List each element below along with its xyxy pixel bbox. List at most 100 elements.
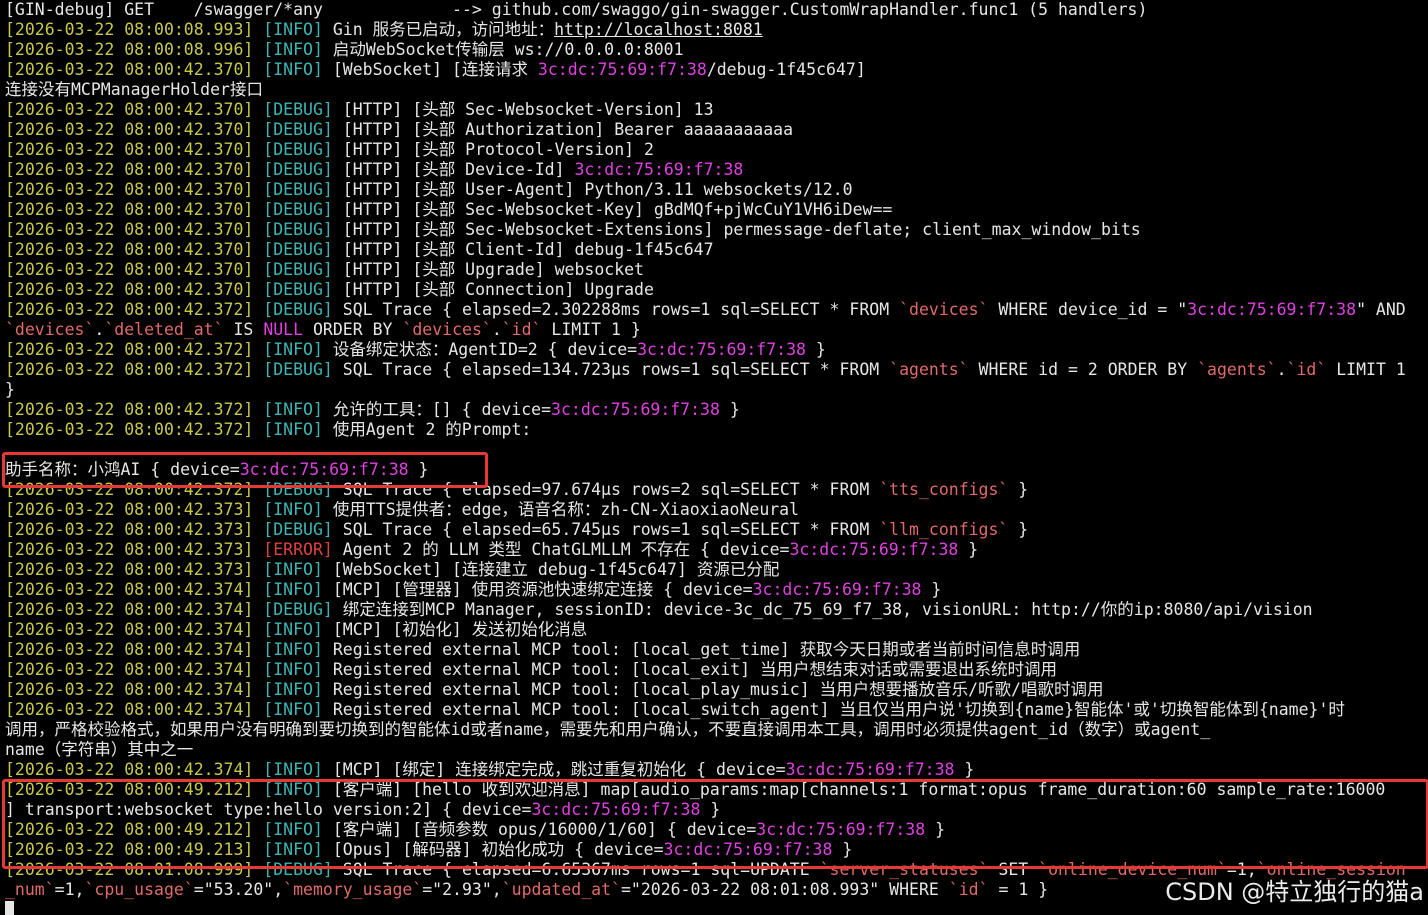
log-text: } [958, 540, 979, 559]
device-mac: 3c:dc:75:69:f7:38 [637, 340, 806, 359]
log-level: [DEBUG] [263, 240, 333, 259]
log-timestamp: [2026-03-22 08:00:08.993] [5, 20, 254, 39]
log-timestamp: [2026-03-22 08:00:42.372] [5, 480, 254, 499]
log-level: [DEBUG] [263, 600, 333, 619]
log-text: SQL Trace { elapsed=65.745µs rows=1 sql=… [332, 520, 880, 539]
log-text: SQL Trace { elapsed=6.65367ms rows=1 sql… [332, 860, 820, 879]
log-timestamp: [2026-03-22 08:00:42.372] [5, 340, 254, 359]
log-level: [DEBUG] [263, 120, 333, 139]
log-text: Gin 服务已启动，访问地址： [322, 20, 555, 39]
log-level: [INFO] [263, 760, 323, 779]
log-timestamp: [2026-03-22 08:00:42.370] [5, 60, 254, 79]
log-line: [2026-03-22 08:00:42.370] [DEBUG] [HTTP]… [5, 120, 1425, 140]
log-text: SQL Trace { elapsed=134.723µs rows=1 sql… [332, 360, 890, 379]
log-timestamp: [2026-03-22 08:01:08.999] [5, 860, 254, 879]
log-level: [DEBUG] [263, 860, 333, 879]
log-text: `updated_at` [501, 880, 621, 899]
log-text: [GIN-debug] GET /swagger/*any --> github… [5, 0, 1148, 19]
log-text: `id` [948, 880, 989, 899]
device-mac: 3c:dc:75:69:f7:38 [531, 800, 701, 819]
log-line: [2026-03-22 08:00:42.374] [INFO] Registe… [5, 640, 1425, 660]
log-text: Agent 2 的 LLM 类型 ChatGLMLLM 不存在 { device… [332, 540, 790, 559]
log-timestamp: [2026-03-22 08:00:42.374] [5, 580, 254, 599]
log-line: `devices`.`deleted_at` IS NULL ORDER BY … [5, 320, 1425, 340]
log-line: [2026-03-22 08:00:42.372] [DEBUG] SQL Tr… [5, 480, 1425, 500]
log-line: [2026-03-22 08:00:42.370] [DEBUG] [HTTP]… [5, 180, 1425, 200]
log-line: [2026-03-22 08:00:42.370] [DEBUG] [HTTP]… [5, 240, 1425, 260]
log-text: } [1008, 480, 1029, 499]
log-text: . [1276, 360, 1287, 379]
device-mac: 3c:dc:75:69:f7:38 [789, 540, 959, 559]
log-timestamp: [2026-03-22 08:00:42.370] [5, 240, 254, 259]
log-text: [HTTP] [头部 Connection] Upgrade [332, 280, 654, 299]
log-text: [HTTP] [头部 Authorization] Bearer aaaaaaa… [332, 120, 793, 139]
log-text: [MCP] [管理器] 使用资源池快速绑定连接 { device= [322, 580, 753, 599]
log-line: [2026-03-22 08:00:42.370] [DEBUG] [HTTP]… [5, 260, 1425, 280]
log-level: [DEBUG] [263, 180, 333, 199]
log-timestamp: [2026-03-22 08:00:42.370] [5, 140, 254, 159]
log-text: `llm_configs` [879, 520, 1009, 539]
log-text: ="53.20", [193, 880, 284, 899]
log-text: `tts_configs` [879, 480, 1009, 499]
log-text: `server_statuses` [819, 860, 989, 879]
log-level: [INFO] [263, 680, 323, 699]
log-text: [HTTP] [头部 Upgrade] websocket [332, 260, 644, 279]
log-timestamp: [2026-03-22 08:00:42.370] [5, 160, 254, 179]
log-level: [DEBUG] [263, 360, 333, 379]
log-timestamp: [2026-03-22 08:00:42.373] [5, 560, 254, 579]
log-timestamp: [2026-03-22 08:00:49.212] [5, 780, 254, 799]
log-text: [HTTP] [头部 Client-Id] debug-1f45c647 [332, 240, 714, 259]
log-line: [2026-03-22 08:00:42.373] [DEBUG] SQL Tr… [5, 520, 1425, 540]
log-line: [2026-03-22 08:00:42.370] [DEBUG] [HTTP]… [5, 280, 1425, 300]
terminal-cursor [5, 901, 14, 915]
log-text: `agents` [889, 360, 969, 379]
log-text: LIMIT 1 [1326, 360, 1406, 379]
log-text: } [719, 400, 740, 419]
log-timestamp: [2026-03-22 08:00:42.370] [5, 220, 254, 239]
log-timestamp: [2026-03-22 08:00:42.374] [5, 700, 254, 719]
log-level: [DEBUG] [263, 140, 333, 159]
log-level: [DEBUG] [263, 160, 333, 179]
log-level: [ERROR] [263, 540, 333, 559]
log-timestamp: [2026-03-22 08:00:42.370] [5, 180, 254, 199]
log-timestamp: [2026-03-22 08:00:42.374] [5, 680, 254, 699]
device-mac: 3c:dc:75:69:f7:38 [537, 60, 707, 79]
log-text: Registered external MCP tool: [local_exi… [322, 660, 1057, 679]
log-text[interactable]: http://localhost:8081 [554, 20, 763, 39]
log-timestamp: [2026-03-22 08:00:42.374] [5, 660, 254, 679]
log-line: [GIN-debug] GET /swagger/*any --> github… [5, 0, 1425, 20]
log-text: `memory_usage` [283, 880, 423, 899]
log-level: [DEBUG] [263, 280, 333, 299]
log-text: SET [988, 860, 1039, 879]
log-text: } [1008, 520, 1029, 539]
log-level: [INFO] [263, 420, 323, 439]
log-level: [INFO] [263, 500, 323, 519]
log-text: 使用Agent 2 的Prompt: [322, 420, 532, 439]
log-line: [2026-03-22 08:00:42.370] [DEBUG] [HTTP]… [5, 220, 1425, 240]
log-timestamp: [2026-03-22 08:00:42.370] [5, 120, 254, 139]
log-text: [Opus] [解码器] 初始化成功 { device= [322, 840, 664, 859]
log-text: } [805, 340, 826, 359]
log-level: [DEBUG] [263, 260, 333, 279]
log-timestamp: [2026-03-22 08:00:42.372] [5, 360, 254, 379]
log-level: [INFO] [263, 560, 323, 579]
log-text: [MCP] [初始化] 发送初始化消息 [322, 620, 588, 639]
log-line: 助手名称：小鸿AI { device=3c:dc:75:69:f7:38 } [5, 460, 1425, 480]
log-text: } [5, 380, 15, 399]
log-timestamp: [2026-03-22 08:00:42.372] [5, 400, 254, 419]
